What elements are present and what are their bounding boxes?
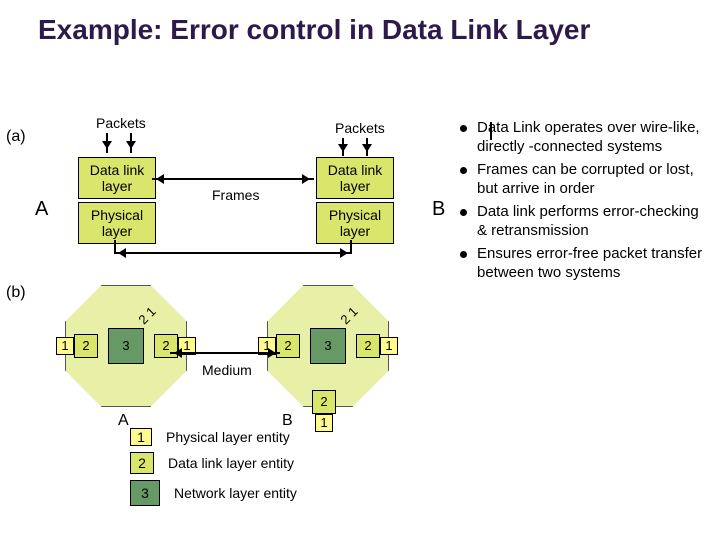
legend-row: 3 Network layer entity [130,480,297,506]
stack-top-box: 2 [312,390,336,414]
node-a-octagon: 2 1 3 2 1 2 1 [60,280,190,410]
legend-swatch-1: 1 [130,428,152,446]
legend-text: Physical layer entity [166,429,290,445]
node-a-letter: A [118,412,129,430]
legend-row: 2 Data link layer entity [130,452,297,474]
physical-entity-box: 1 [56,337,74,355]
marker-b: (b) [6,284,26,302]
marker-a: (a) [6,128,26,146]
legend-text: Data link layer entity [168,455,294,471]
slide: Example: Error control in Data Link Laye… [0,0,720,540]
bullet-dot-icon [460,209,467,216]
bullet-list: Data Link operates over wire-like, direc… [460,118,708,286]
bullet-dot-icon [460,167,467,174]
legend-swatch-3: 3 [130,480,160,506]
bullet-item: Frames can be corrupted or lost, but arr… [460,160,708,198]
node-a-label: A [35,198,48,221]
frames-label: Frames [212,187,259,203]
physical-layer-box: Physical layer [78,202,156,244]
arrow-down-icon [106,133,108,153]
physical-entity-box: 1 [380,337,398,355]
bullet-text: Data link performs error-checking & retr… [477,202,708,240]
bullet-dot-icon [460,125,467,132]
slide-title: Example: Error control in Data Link Laye… [38,14,590,46]
network-entity-box: 3 [310,328,346,364]
data-link-layer-box: Data link layer [316,157,394,199]
medium-label: Medium [202,362,252,378]
bullet-item: Data link performs error-checking & retr… [460,202,708,240]
physical-layer-box: Physical layer [316,202,394,244]
legend-swatch-2: 2 [130,452,154,474]
packets-right: Packets [335,120,385,136]
bullet-dot-icon [460,251,467,258]
legend-text: Network layer entity [174,485,297,501]
bullet-text: Frames can be corrupted or lost, but arr… [477,160,708,198]
bullet-item: Ensures error-free packet transfer betwe… [460,244,708,282]
medium-arrow-icon [170,352,280,354]
physical-arrow-icon [114,252,352,254]
network-entity-box: 3 [108,328,144,364]
bullet-text: Ensures error-free packet transfer betwe… [477,244,708,282]
bullet-text: Data Link operates over wire-like, direc… [477,118,708,156]
packets-left: Packets [96,115,146,131]
arrow-down-icon [366,138,368,156]
datalink-entity-box: 2 [74,334,98,358]
datalink-entity-box: 2 [356,334,380,358]
data-link-layer-box: Data link layer [78,157,156,199]
node-b-label: B [432,198,445,221]
frames-arrow-icon [152,178,314,180]
stack-bot-box: 1 [315,414,333,432]
arrow-down-icon [130,133,132,153]
arrow-down-icon [342,138,344,156]
bullet-item: Data Link operates over wire-like, direc… [460,118,708,156]
legend-row: 1 Physical layer entity [130,428,297,446]
legend: 1 Physical layer entity 2 Data link laye… [130,428,297,512]
